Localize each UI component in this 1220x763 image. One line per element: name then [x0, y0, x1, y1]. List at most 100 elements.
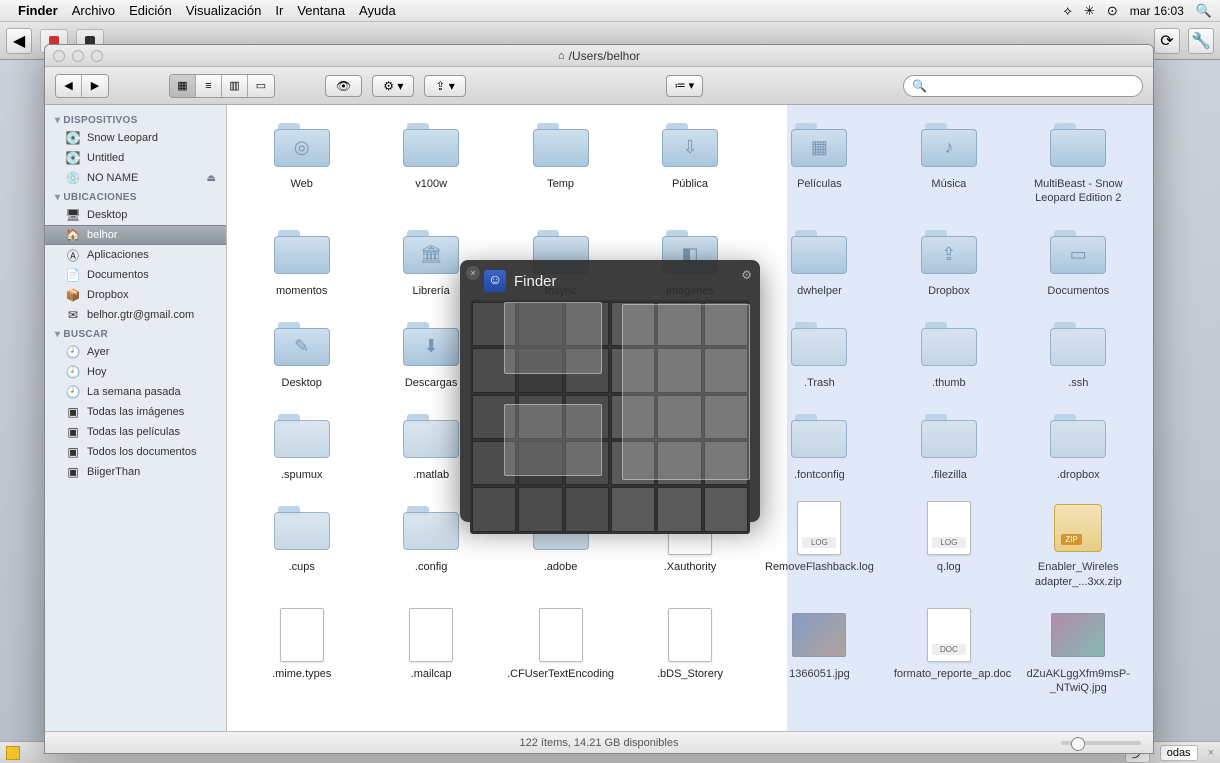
- file-item[interactable]: .Trash: [759, 318, 880, 390]
- sidebar-item[interactable]: ⒶAplicaciones: [45, 245, 226, 265]
- column-view-button[interactable]: ▥: [222, 75, 248, 97]
- sidebar-section-header[interactable]: DISPOSITIVOS: [45, 111, 226, 128]
- search-input[interactable]: [931, 79, 1134, 93]
- zoom-button[interactable]: [91, 50, 103, 62]
- file-item[interactable]: LOGq.log: [888, 502, 1009, 589]
- file-item[interactable]: ⇪Dropbox: [888, 226, 1009, 298]
- forward-button[interactable]: ▶: [82, 75, 108, 97]
- arrange-button[interactable]: ≔ ▾: [666, 75, 704, 97]
- sidebar-item[interactable]: 💽Untitled: [45, 148, 226, 168]
- eject-icon[interactable]: ⏏: [207, 173, 216, 184]
- file-item[interactable]: DOCformato_reporte_ap.doc: [888, 609, 1009, 696]
- file-icon: [270, 410, 334, 462]
- sidebar-item[interactable]: 💿NO NAME⏏: [45, 168, 226, 188]
- file-item[interactable]: .ssh: [1018, 318, 1139, 390]
- file-item[interactable]: LOGRemoveFlashback.log: [759, 502, 880, 589]
- sidebar-item[interactable]: 🕘La semana pasada: [45, 382, 226, 402]
- file-item[interactable]: .spumux: [241, 410, 362, 482]
- space-cell[interactable]: [704, 487, 748, 531]
- sidebar: DISPOSITIVOS💽Snow Leopard💽Untitled💿NO NA…: [45, 105, 227, 731]
- file-item[interactable]: .dropbox: [1018, 410, 1139, 482]
- space-cell[interactable]: [518, 487, 562, 531]
- sidebar-item[interactable]: 📦Dropbox: [45, 285, 226, 305]
- file-item[interactable]: .mime.types: [241, 609, 362, 696]
- file-item[interactable]: Enabler_Wireles adapter_...3xx.zip: [1018, 502, 1139, 589]
- menu-visualizacion[interactable]: Visualización: [186, 3, 262, 18]
- file-item[interactable]: Temp: [500, 119, 621, 206]
- file-item[interactable]: MultiBeast - Snow Leopard Edition 2: [1018, 119, 1139, 206]
- sidebar-item[interactable]: 💽Snow Leopard: [45, 128, 226, 148]
- file-item[interactable]: ▦Películas: [759, 119, 880, 206]
- sidebar-item[interactable]: ✉belhor.gtr@gmail.com: [45, 305, 226, 325]
- menuextra-icon-2[interactable]: ✳: [1084, 3, 1095, 19]
- traffic-lights[interactable]: [53, 50, 103, 62]
- menu-edicion[interactable]: Edición: [129, 3, 172, 18]
- search-field[interactable]: 🔍: [903, 75, 1143, 97]
- icon-size-slider[interactable]: [1061, 741, 1141, 745]
- menu-ayuda[interactable]: Ayuda: [359, 3, 396, 18]
- back-button[interactable]: ◀: [56, 75, 82, 97]
- file-item[interactable]: .cups: [241, 502, 362, 589]
- spotlight-icon[interactable]: 🔍: [1196, 3, 1212, 19]
- file-item[interactable]: ⇩Pública: [629, 119, 750, 206]
- file-item[interactable]: .thumb: [888, 318, 1009, 390]
- menu-ir[interactable]: Ir: [275, 3, 283, 18]
- file-item[interactable]: ◎Web: [241, 119, 362, 206]
- file-item[interactable]: v100w: [370, 119, 491, 206]
- sidebar-item[interactable]: 🕘Ayer: [45, 342, 226, 362]
- file-item[interactable]: dwhelper: [759, 226, 880, 298]
- file-item[interactable]: .fontconfig: [759, 410, 880, 482]
- bg-tool-1[interactable]: ⟳: [1154, 28, 1180, 54]
- file-item[interactable]: ▭Documentos: [1018, 226, 1139, 298]
- menu-ventana[interactable]: Ventana: [297, 3, 345, 18]
- file-item[interactable]: .bDS_Storery: [629, 609, 750, 696]
- action-button[interactable]: ⚙ ▾: [372, 75, 414, 97]
- sidebar-item[interactable]: 🕘Hoy: [45, 362, 226, 382]
- bg-back-button[interactable]: ◀: [6, 28, 32, 54]
- sidebar-item[interactable]: ▣Todas las imágenes: [45, 402, 226, 422]
- file-item[interactable]: ✎Desktop: [241, 318, 362, 390]
- clock[interactable]: mar 16:03: [1130, 4, 1184, 18]
- close-button[interactable]: [53, 50, 65, 62]
- menu-archivo[interactable]: Archivo: [72, 3, 115, 18]
- spaces-overlay[interactable]: × ⚙ Finder: [460, 260, 760, 522]
- coverflow-view-button[interactable]: ▭: [248, 75, 274, 97]
- sidebar-item[interactable]: 🖥Desktop: [45, 205, 226, 225]
- sidebar-item[interactable]: ▣Todos los documentos: [45, 442, 226, 462]
- bg-tool-2[interactable]: 🔧: [1188, 28, 1214, 54]
- overlay-settings-button[interactable]: ⚙: [741, 268, 752, 282]
- list-view-button[interactable]: ≡: [196, 75, 222, 97]
- space-cell[interactable]: [657, 487, 701, 531]
- titlebar[interactable]: ⌂ /Users/belhor: [45, 45, 1153, 67]
- app-menu[interactable]: Finder: [18, 3, 58, 18]
- sidebar-item[interactable]: 📄Documentos: [45, 265, 226, 285]
- file-item[interactable]: dZuAKLggXfm9msP-_NTwiQ.jpg: [1018, 609, 1139, 696]
- file-item[interactable]: .filezilla: [888, 410, 1009, 482]
- file-item[interactable]: .CFUserTextEncoding: [500, 609, 621, 696]
- menuextra-icon-3[interactable]: ⊙: [1107, 3, 1118, 19]
- menuextra-icon-1[interactable]: ⟡: [1063, 3, 1072, 19]
- overlay-window-preview[interactable]: [504, 302, 602, 374]
- file-item[interactable]: 1366051.jpg: [759, 609, 880, 696]
- file-item[interactable]: .mailcap: [370, 609, 491, 696]
- sidebar-item[interactable]: ▣Todas las películas: [45, 422, 226, 442]
- minimize-button[interactable]: [72, 50, 84, 62]
- dropbox-button[interactable]: ⇪ ▾: [424, 75, 465, 97]
- sidebar-section-header[interactable]: BUSCAR: [45, 325, 226, 342]
- sidebar-section-header[interactable]: UBICACIONES: [45, 188, 226, 205]
- overlay-window-preview[interactable]: [622, 304, 750, 480]
- file-item[interactable]: ♪Música: [888, 119, 1009, 206]
- sidebar-item-icon: 🕘: [65, 345, 81, 359]
- bg-bottom-tab[interactable]: odas: [1160, 745, 1198, 761]
- icon-view-button[interactable]: ▦: [170, 75, 196, 97]
- space-cell[interactable]: [611, 487, 655, 531]
- bg-close-tab[interactable]: ×: [1208, 747, 1214, 759]
- sidebar-item[interactable]: 🏠belhor: [45, 225, 226, 245]
- quicklook-button[interactable]: 👁: [325, 75, 362, 97]
- sidebar-item[interactable]: ▣BiigerThan: [45, 462, 226, 482]
- space-cell[interactable]: [472, 487, 516, 531]
- space-cell[interactable]: [565, 487, 609, 531]
- file-item[interactable]: momentos: [241, 226, 362, 298]
- overlay-close-button[interactable]: ×: [466, 266, 480, 280]
- overlay-window-preview[interactable]: [504, 404, 602, 476]
